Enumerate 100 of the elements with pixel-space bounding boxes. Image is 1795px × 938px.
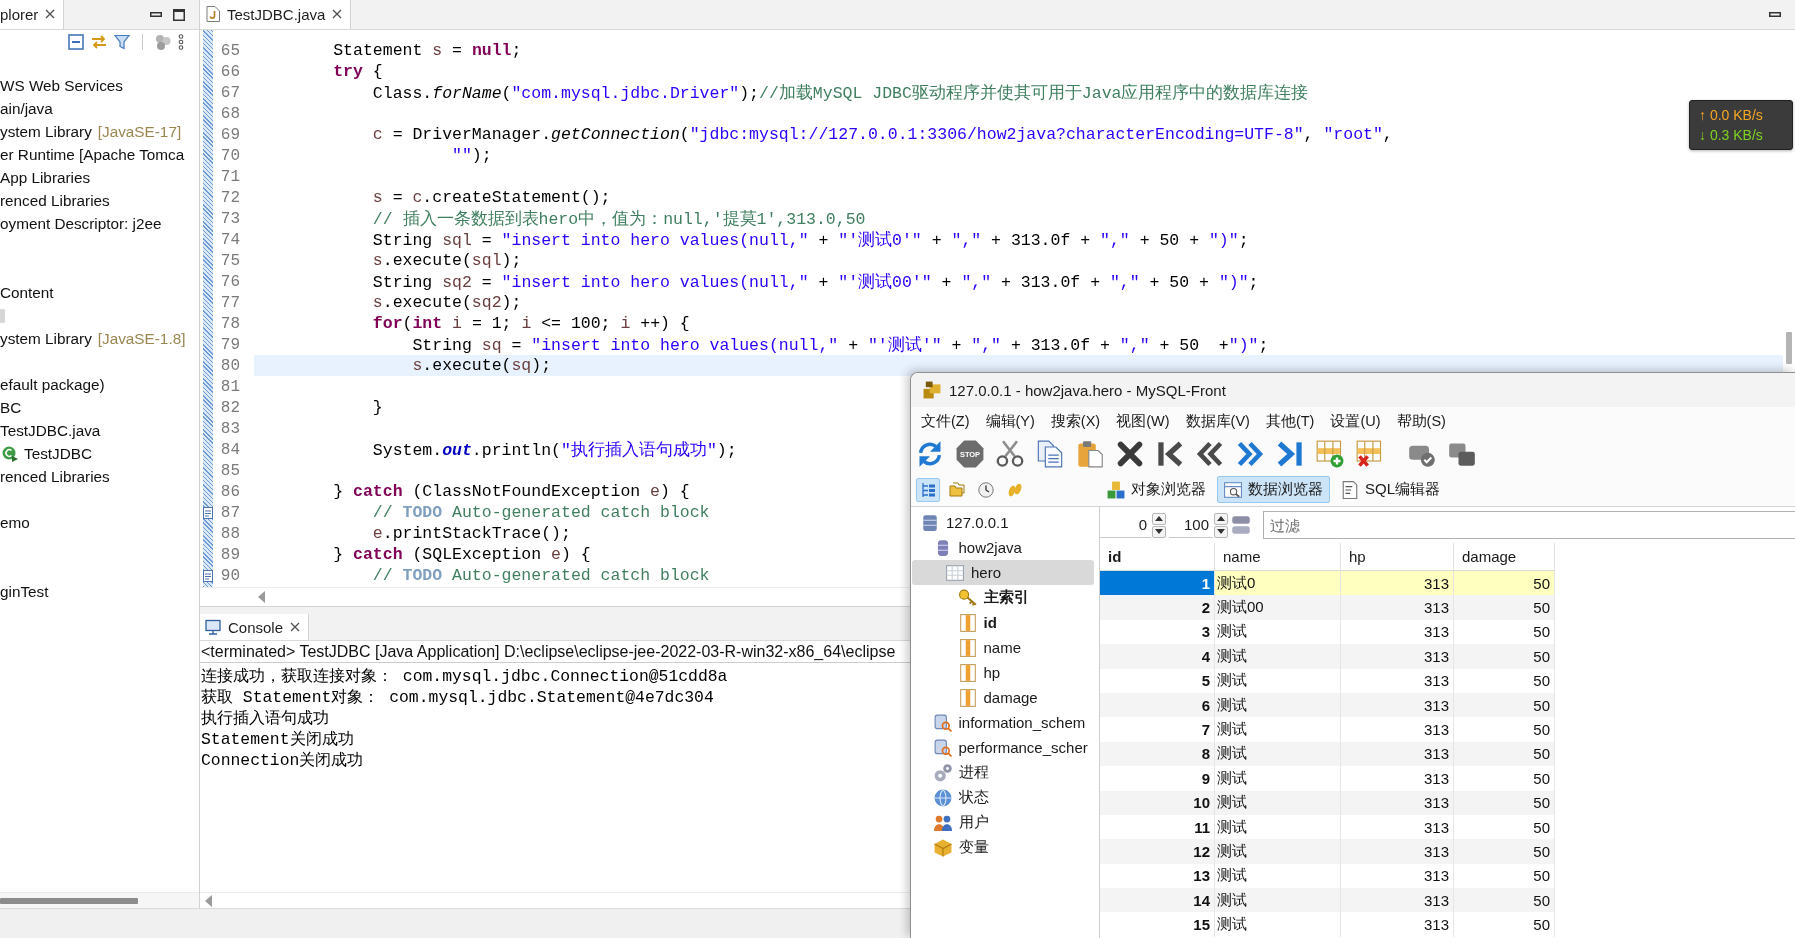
minimize-icon[interactable] — [150, 12, 162, 17]
refresh-icon[interactable] — [916, 440, 944, 468]
column-header[interactable]: hp — [1341, 543, 1454, 570]
filter-field[interactable]: 过滤 — [1263, 511, 1795, 539]
table-row[interactable]: 12 测试 313 50 — [1100, 839, 1555, 864]
table-cell: 测试 — [1215, 912, 1341, 937]
tree-item[interactable]: ystem Library [JavaSE-17] — [0, 120, 182, 143]
tree-item[interactable]: id — [912, 610, 1094, 635]
table-row[interactable]: 14 测试 313 50 — [1100, 888, 1555, 913]
filter-icon[interactable] — [114, 34, 130, 50]
tree-item[interactable]: 主索引 — [912, 585, 1094, 610]
tree-item[interactable]: ginTest — [0, 580, 49, 603]
grid-plus-icon[interactable] — [1316, 440, 1344, 468]
console-line: 连接成功，获取连接对象： com.mysql.jdbc.Connection@51cdd8a — [200, 665, 728, 686]
grid-cross-icon[interactable] — [1356, 440, 1384, 468]
circles-icon[interactable] — [155, 34, 171, 50]
tree-item[interactable]: how2java — [912, 535, 1094, 560]
menu-item[interactable]: 设置(U) — [1322, 410, 1389, 432]
table-row[interactable]: 8 测试 313 50 — [1100, 741, 1555, 767]
minimize-icon[interactable] — [1769, 12, 1781, 17]
tree-item[interactable]: oyment Descriptor: j2ee — [0, 212, 162, 235]
spin-up-button[interactable] — [1214, 512, 1228, 525]
line-number: 89 — [220, 545, 240, 564]
tree-item[interactable]: WS Web Services — [0, 74, 123, 97]
code-line: } catch (ClassNotFoundException e) { — [333, 482, 690, 501]
tree-item[interactable]: 进程 — [912, 760, 1094, 785]
menu-item[interactable]: 视图(W) — [1108, 410, 1178, 432]
console-line: Statement关闭成功 — [200, 728, 354, 749]
console-tab[interactable]: Console — [200, 614, 310, 640]
close-icon[interactable] — [45, 9, 56, 19]
tree-item[interactable]: performance_scher — [912, 735, 1094, 760]
double-chevron-right-icon[interactable] — [1236, 440, 1264, 468]
tree-item[interactable]: App Libraries — [0, 166, 91, 189]
tree-item[interactable]: information_schem — [912, 710, 1094, 735]
tree-item[interactable]: hero — [912, 560, 1094, 585]
more-icon[interactable] — [178, 34, 184, 50]
view-tab[interactable]: 数据浏览器 — [1217, 476, 1330, 503]
table-row[interactable]: 1 测试0 313 50 — [1100, 571, 1555, 596]
spin-down-button[interactable] — [1152, 525, 1166, 538]
menu-item[interactable]: 其他(T) — [1257, 410, 1323, 432]
tree-item[interactable]: er Runtime [Apache Tomca — [0, 143, 185, 166]
view-tab[interactable]: 对象浏览器 — [1100, 476, 1213, 503]
scrollbar-thumb[interactable] — [1786, 332, 1792, 364]
panel-toggle-button[interactable] — [916, 477, 940, 502]
copy-icon[interactable] — [1036, 440, 1064, 468]
tree-item[interactable]: ystem Library [JavaSE-1.8] — [0, 327, 186, 350]
collapse-all-icon[interactable] — [68, 34, 84, 50]
scroll-left-icon[interactable] — [205, 894, 212, 907]
table-row[interactable]: 6 测试 313 50 — [1100, 692, 1555, 718]
code-line: s.execute(sql); — [372, 251, 522, 270]
editor-tab[interactable]: TestJDBC.java — [200, 0, 352, 29]
tree-item[interactable]: efault package) — [0, 373, 105, 396]
skip-end-icon[interactable] — [1276, 440, 1304, 468]
tree-item[interactable]: ain/java — [0, 97, 53, 120]
delete-icon[interactable] — [1116, 440, 1144, 468]
table-cell: 测试 — [1215, 668, 1341, 693]
table-cell: 313 — [1341, 766, 1454, 791]
code-line: s.execute(sq); — [412, 356, 552, 375]
explorer-tab[interactable]: plorer — [0, 0, 65, 29]
menu-item[interactable]: 数据库(V) — [1177, 410, 1258, 432]
tree-item[interactable]: 用户 — [912, 810, 1094, 835]
scrollbar-thumb[interactable] — [0, 897, 138, 904]
column-header[interactable]: name — [1215, 543, 1341, 570]
table-row[interactable]: 4 测试 313 50 — [1100, 644, 1555, 669]
tree-item[interactable]: BC — [0, 396, 22, 419]
tree-item[interactable]: renced Libraries — [0, 465, 110, 488]
menu-item[interactable]: 搜索(X) — [1042, 410, 1109, 432]
maximize-icon[interactable] — [173, 8, 185, 21]
tree-item[interactable]: Content — [0, 281, 54, 304]
tree-item[interactable]: TestJDBC.java — [0, 419, 101, 442]
line-number: 76 — [220, 272, 240, 291]
tree-item[interactable]: name — [912, 635, 1094, 660]
paste-icon[interactable] — [1076, 440, 1104, 468]
tree-item[interactable]: TestJDBC — [0, 442, 92, 465]
tree-item[interactable]: 127.0.0.1 — [912, 510, 1094, 535]
tree-item[interactable]: renced Libraries — [0, 189, 110, 212]
line-number: 68 — [220, 104, 240, 123]
spin-down-button[interactable] — [1214, 525, 1228, 538]
view-tab[interactable]: SQL编辑器 — [1334, 476, 1447, 503]
spin-up-button[interactable] — [1152, 512, 1166, 525]
tree-item[interactable]: damage — [912, 685, 1094, 710]
sync-arrows-icon[interactable] — [91, 34, 107, 50]
line-number: 71 — [220, 167, 240, 186]
column-header[interactable]: damage — [1454, 543, 1555, 570]
table-row[interactable]: 2 测试00 313 50 — [1100, 595, 1555, 620]
tree-item[interactable]: 变量 — [912, 835, 1094, 860]
close-icon[interactable] — [290, 622, 301, 632]
line-number: 70 — [220, 146, 240, 165]
tree-item[interactable]: emo — [0, 511, 30, 534]
column-header[interactable]: id — [1100, 543, 1215, 570]
menu-item[interactable]: 编辑(Y) — [977, 410, 1043, 432]
scissors-icon[interactable] — [996, 440, 1024, 468]
table-row[interactable]: 10 测试 313 50 — [1100, 790, 1555, 815]
close-icon[interactable] — [332, 9, 343, 19]
tree-item[interactable]: hp — [912, 660, 1094, 685]
menu-item[interactable]: 帮助(S) — [1388, 410, 1454, 432]
scroll-left-icon[interactable] — [258, 591, 265, 603]
table-cell: 313 — [1341, 717, 1454, 742]
tree-item[interactable]: 状态 — [912, 785, 1094, 810]
menu-item[interactable]: 文件(Z) — [913, 410, 978, 432]
